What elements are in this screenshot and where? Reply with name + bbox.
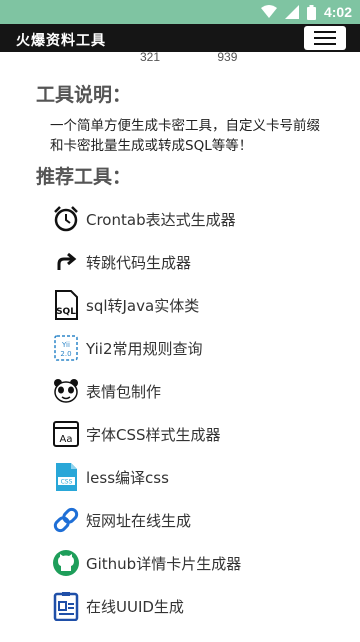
svg-text:CSS: CSS bbox=[61, 479, 73, 486]
tool-item-github[interactable]: Github详情卡片生成器 bbox=[52, 549, 241, 577]
menu-icon-line bbox=[314, 43, 336, 45]
svg-text:Yii: Yii bbox=[61, 341, 70, 349]
tool-label: sql转Java实体类 bbox=[86, 296, 200, 315]
tool-label: 字体CSS样式生成器 bbox=[86, 425, 221, 444]
tool-item-crontab[interactable]: Crontab表达式生成器 bbox=[52, 205, 236, 233]
tool-label: Yii2常用规则查询 bbox=[86, 339, 203, 358]
signal-icon bbox=[284, 5, 299, 19]
tool-label: 短网址在线生成 bbox=[86, 511, 192, 530]
tool-label: Github详情卡片生成器 bbox=[86, 554, 242, 573]
svg-text:2.0: 2.0 bbox=[60, 350, 71, 358]
id-card-icon bbox=[52, 592, 80, 621]
link-icon bbox=[52, 506, 80, 534]
svg-text:SQL: SQL bbox=[56, 307, 76, 317]
sql-file-icon: SQL bbox=[52, 290, 80, 320]
app-bar: 火爆资料工具 bbox=[0, 24, 360, 52]
panda-face-icon bbox=[52, 377, 80, 405]
tool-label: Crontab表达式生成器 bbox=[86, 210, 236, 229]
tool-label: less编译css bbox=[86, 468, 169, 487]
tool-label: 转跳代码生成器 bbox=[86, 253, 192, 272]
font-aa-icon: Aa bbox=[52, 420, 80, 448]
svg-text:Aa: Aa bbox=[60, 434, 73, 445]
css-file-icon: CSS bbox=[52, 463, 80, 491]
tool-item-yii2[interactable]: Yii 2.0 Yii2常用规则查询 bbox=[52, 334, 203, 362]
intro-heading: 工具说明： bbox=[36, 84, 132, 106]
menu-icon-line bbox=[314, 37, 336, 39]
tool-item-less-css[interactable]: CSS less编译css bbox=[52, 463, 169, 491]
status-time: 4:02 bbox=[323, 4, 352, 20]
top-numbers: 321 939 bbox=[140, 52, 291, 64]
tool-item-uuid[interactable]: 在线UUID生成 bbox=[52, 592, 184, 621]
top-number: 321 bbox=[140, 52, 161, 64]
menu-button[interactable] bbox=[304, 26, 346, 50]
tool-item-short-url[interactable]: 短网址在线生成 bbox=[52, 506, 191, 534]
tool-item-redirect[interactable]: 转跳代码生成器 bbox=[52, 248, 191, 276]
tools-heading: 推荐工具： bbox=[36, 166, 132, 188]
top-number: 939 bbox=[217, 52, 238, 64]
tool-item-meme[interactable]: 表情包制作 bbox=[52, 377, 161, 405]
redirect-arrow-icon bbox=[52, 248, 80, 276]
tool-label: 表情包制作 bbox=[86, 382, 162, 401]
github-icon bbox=[52, 549, 80, 577]
menu-icon-line bbox=[314, 31, 336, 33]
tool-item-font-css[interactable]: Aa 字体CSS样式生成器 bbox=[52, 420, 221, 448]
yii-icon: Yii 2.0 bbox=[52, 334, 80, 362]
app-title: 火爆资料工具 bbox=[16, 33, 106, 49]
battery-icon bbox=[306, 4, 316, 20]
wifi-icon bbox=[260, 5, 277, 18]
status-bar: 4:02 bbox=[0, 0, 360, 24]
content-area[interactable]: 321 939 工具说明： 一个简单方便生成卡密工具，自定义卡号前缀和卡密批量生… bbox=[0, 52, 360, 642]
alarm-clock-icon bbox=[52, 205, 80, 233]
intro-text: 一个简单方便生成卡密工具，自定义卡号前缀和卡密批量生成或转成SQL等等！ bbox=[50, 118, 320, 154]
tool-item-sql-java[interactable]: SQL sql转Java实体类 bbox=[52, 290, 200, 320]
tool-label: 在线UUID生成 bbox=[86, 597, 184, 616]
